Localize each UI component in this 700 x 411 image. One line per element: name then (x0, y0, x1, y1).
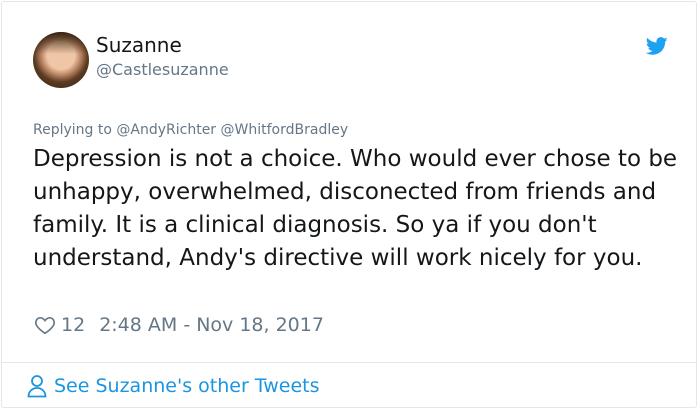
reply-context: Replying to @AndyRichter @WhitfordBradle… (33, 122, 348, 138)
avatar-hair-shading (33, 32, 89, 54)
like-count[interactable]: 12 (61, 314, 85, 336)
heart-icon[interactable] (34, 314, 56, 336)
twitter-bird-icon[interactable] (644, 35, 670, 57)
timestamp[interactable]: 2:48 AM - Nov 18, 2017 (99, 314, 324, 336)
tweet-text: Depression is not a choice. Who would ev… (33, 146, 678, 271)
avatar[interactable] (33, 32, 89, 88)
see-other-tweets-label[interactable]: See Suzanne's other Tweets (54, 375, 320, 397)
tweet-meta: 12 2:48 AM - Nov 18, 2017 (34, 313, 324, 337)
see-other-tweets-link[interactable]: See Suzanne's other Tweets (26, 374, 320, 398)
author-name[interactable]: Suzanne (96, 33, 182, 57)
tweet-card: Suzanne @Castlesuzanne Replying to @Andy… (1, 1, 697, 408)
author-handle[interactable]: @Castlesuzanne (96, 60, 229, 79)
mention-link[interactable]: @WhitfordBradley (221, 122, 349, 138)
mention-link[interactable]: @AndyRichter (116, 122, 216, 138)
divider (2, 362, 696, 363)
reply-prefix: Replying to (33, 122, 112, 138)
person-icon (27, 375, 47, 398)
